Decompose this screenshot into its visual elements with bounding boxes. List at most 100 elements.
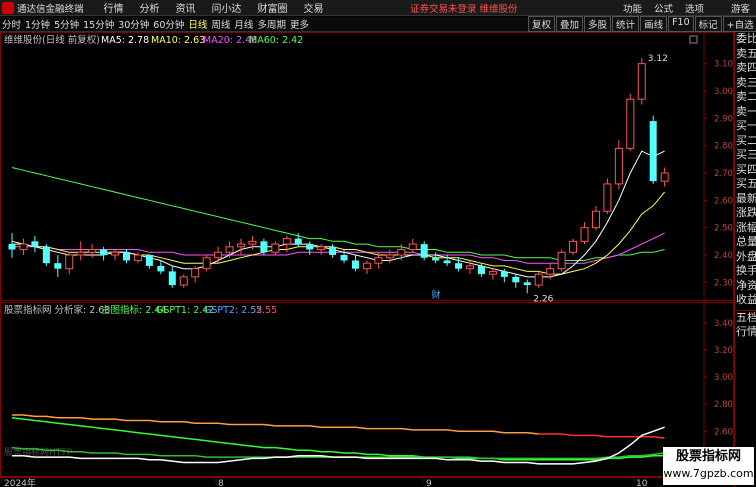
candle-body: [546, 268, 555, 275]
tool-f10[interactable]: F10: [668, 16, 694, 32]
candle-body: [580, 227, 589, 242]
tool-mark[interactable]: 标记: [694, 16, 722, 32]
tool-overlay[interactable]: 叠加: [556, 16, 584, 32]
candle-body: [54, 263, 62, 269]
candle-body: [282, 238, 291, 245]
indicator-lines: [11, 414, 665, 465]
period-30min[interactable]: 30分钟: [116, 17, 151, 31]
guest-user[interactable]: 游客: [731, 1, 750, 15]
candle-body: [306, 244, 314, 250]
menu-wealth[interactable]: 财富圈: [258, 0, 288, 15]
main-y-tick-label: 2.70: [714, 169, 733, 179]
side-panel-item[interactable]: 买二: [735, 134, 756, 149]
period-more[interactable]: 更多: [288, 17, 311, 31]
side-panel-item[interactable]: 买五: [735, 177, 756, 192]
candle-body: [534, 273, 543, 286]
app-logo-icon: [2, 1, 14, 14]
candle-body: [157, 265, 165, 272]
candle-body: [443, 260, 451, 264]
menu-news[interactable]: 资讯: [176, 0, 196, 15]
side-panel-item[interactable]: 总量: [735, 235, 756, 250]
menu-trade[interactable]: 交易: [304, 0, 324, 15]
candle-body: [649, 121, 657, 182]
ma5-label: MA5: 2.78: [101, 35, 149, 46]
menu-options[interactable]: 选项: [685, 1, 704, 15]
menu-function[interactable]: 功能: [623, 1, 642, 15]
candle-body: [352, 260, 359, 269]
menu-ask[interactable]: 问小达: [212, 0, 242, 15]
side-panel-item[interactable]: 买四: [735, 163, 756, 178]
candle-body: [637, 63, 646, 100]
period-multi[interactable]: 多周期: [255, 17, 288, 31]
side-panel-item[interactable]: 卖四: [735, 61, 756, 76]
candle-body: [88, 249, 97, 253]
period-60min[interactable]: 60分钟: [151, 17, 186, 31]
candle-body: [225, 246, 234, 253]
main-y-tick-label: 2.30: [714, 278, 733, 288]
maximize-icon[interactable]: [689, 35, 698, 44]
side-panel-item[interactable]: 涨幅: [735, 221, 756, 236]
candle-body: [362, 262, 371, 270]
tool-statistics[interactable]: 统计: [612, 16, 640, 32]
menu-market[interactable]: 行情: [104, 0, 124, 15]
main-y-tick-label: 2.40: [714, 251, 733, 261]
period-15min[interactable]: 15分钟: [81, 17, 116, 31]
x-tick-label: 2024年: [4, 477, 36, 487]
candle-body: [31, 241, 39, 247]
side-panel-tab[interactable]: 行情: [735, 325, 756, 340]
side-panel-tab[interactable]: 五档: [735, 309, 756, 326]
kline-chart[interactable]: 维维股份(日线 前复权) MA5: 2.78 MA10: 2.63 MA20: …: [0, 32, 734, 487]
side-panel-item[interactable]: 最新: [735, 192, 756, 207]
side-panel-item[interactable]: 委比: [735, 32, 756, 47]
side-panel-item[interactable]: 外盘: [735, 250, 756, 265]
candle-body: [569, 240, 578, 253]
menu-formula[interactable]: 公式: [654, 1, 673, 15]
ma60-label: MA60: 2.42: [249, 35, 303, 46]
ma10-label: MA10: 2.63: [151, 35, 205, 46]
candle-body: [271, 243, 280, 253]
candle-body: [626, 98, 635, 149]
tool-multi-stock[interactable]: 多股: [584, 16, 612, 32]
side-panel-item[interactable]: 卖一: [735, 105, 756, 120]
tool-add-watchlist[interactable]: +自选: [722, 16, 756, 32]
side-panel-item[interactable]: 买三: [735, 148, 756, 163]
candle-body: [145, 255, 153, 266]
period-daily[interactable]: 日线: [186, 17, 209, 31]
candle-body: [168, 271, 176, 286]
period-intraday[interactable]: 分时: [0, 17, 23, 31]
tool-adjust[interactable]: 复权: [528, 16, 556, 32]
period-1min[interactable]: 1分钟: [23, 17, 52, 31]
tool-draw-line[interactable]: 画线: [640, 16, 668, 32]
candle-body: [500, 271, 508, 277]
side-panel-item[interactable]: 买一: [735, 119, 756, 134]
period-5min[interactable]: 5分钟: [52, 17, 81, 31]
candle-body: [42, 246, 50, 264]
ind-gspt2-label: GSPT2: 2.55: [204, 305, 262, 316]
high-price-label: 3.12: [648, 54, 668, 64]
candle-body: [260, 241, 268, 253]
period-weekly[interactable]: 周线: [209, 17, 232, 31]
candle-body: [111, 251, 120, 256]
login-status[interactable]: 证券交易未登录 维维股份: [410, 1, 518, 15]
side-panel-item[interactable]: 换手: [735, 264, 756, 279]
period-monthly[interactable]: 月线: [232, 17, 255, 31]
side-panel-item[interactable]: 卖五: [735, 47, 756, 62]
indicator-title: 股票指标网 分析家: 2.63: [4, 304, 110, 316]
ind-y-tick-label: 2.80: [714, 400, 733, 410]
side-panel-item[interactable]: 净资: [735, 279, 756, 294]
side-panel-item[interactable]: 卖三: [735, 76, 756, 91]
candle-body: [420, 244, 428, 258]
candle-body: [557, 251, 566, 270]
candle-body: [466, 265, 474, 270]
candle-body: [488, 270, 497, 275]
event-marker[interactable]: 财: [432, 289, 441, 301]
side-panel-item[interactable]: 收益: [735, 293, 756, 308]
side-panel-item[interactable]: 涨跌: [735, 206, 756, 221]
menu-analysis[interactable]: 分析: [140, 0, 160, 15]
x-tick-label: 10: [636, 479, 648, 487]
candle-body: [591, 210, 600, 229]
menu-bar: 通达信金融终端 行情 分析 资讯 问小达 财富圈 交易 证券交易未登录 维维股份…: [0, 0, 756, 16]
side-panel-item[interactable]: 卖二: [735, 90, 756, 105]
candle-body: [202, 257, 211, 270]
ma-lines: [11, 150, 665, 278]
